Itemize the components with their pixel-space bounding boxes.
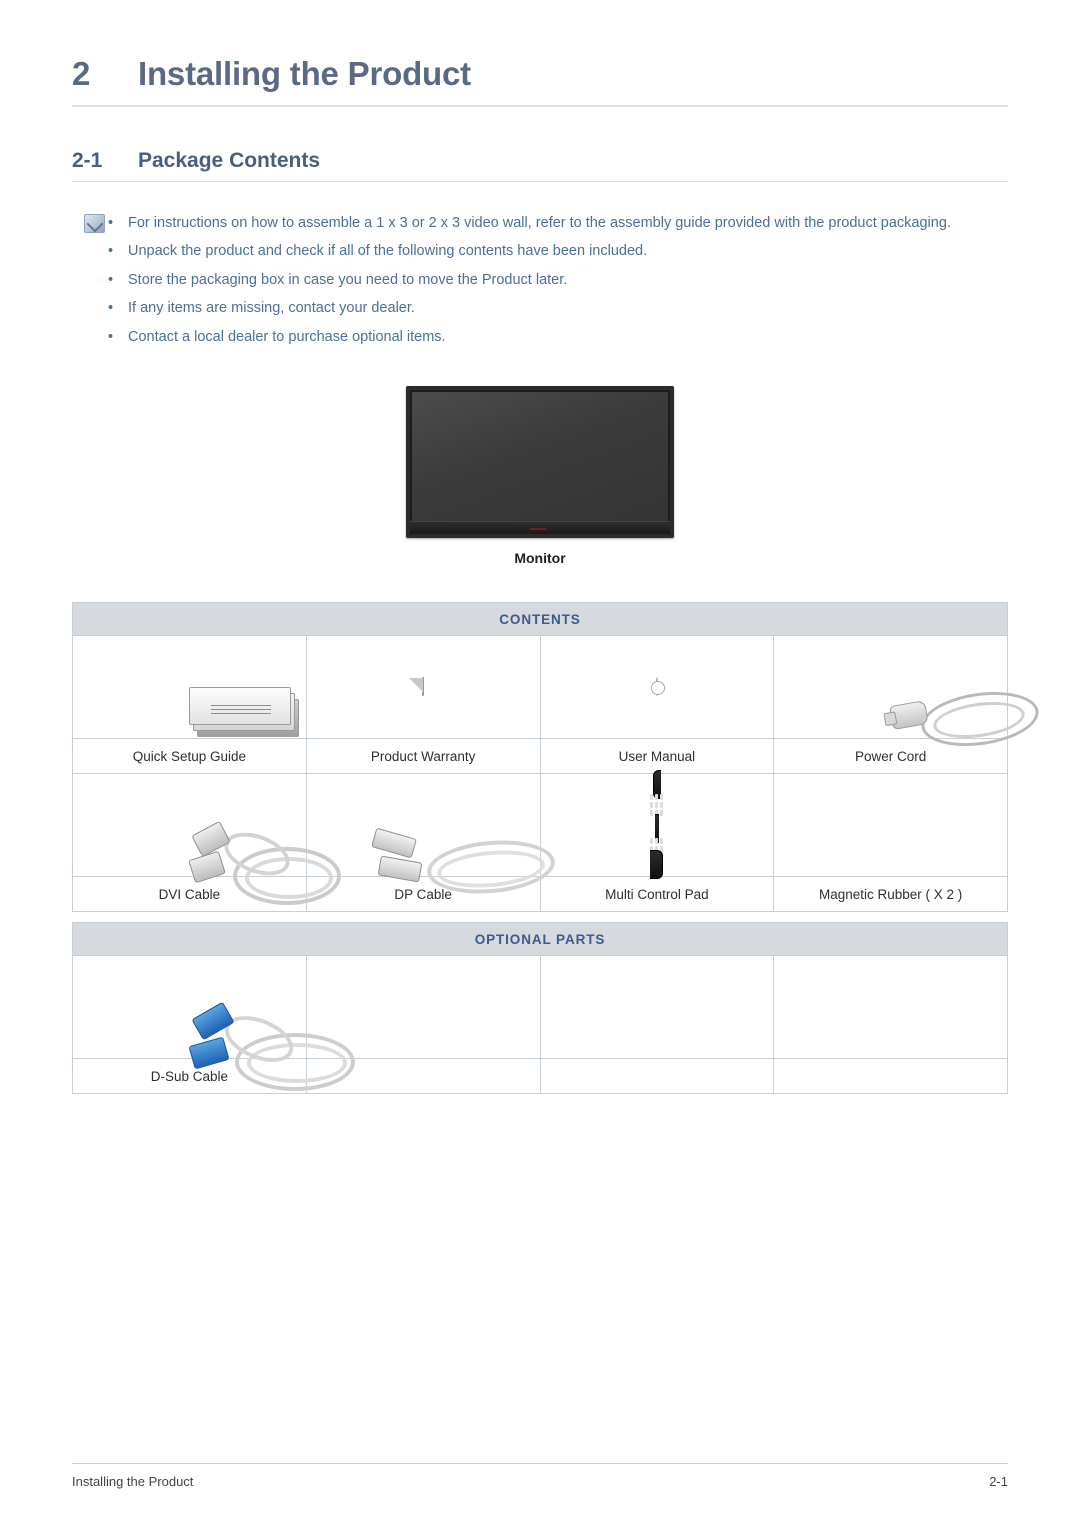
user-manual-image-cell	[539, 635, 775, 740]
optional-parts-header: OPTIONAL PARTS	[72, 922, 1008, 957]
paper-icon	[422, 677, 425, 697]
table-row: DVI Cable DP Cable Multi Control Pad Mag…	[72, 876, 1008, 913]
dp-cable-image-cell	[305, 773, 558, 899]
multi-control-pad-image-cell	[539, 770, 775, 880]
bullet-marker: •	[108, 215, 114, 231]
monitor-base	[410, 521, 670, 535]
contents-header: CONTENTS	[72, 602, 1008, 637]
note-text: If any items are missing, contact your d…	[128, 300, 415, 317]
note-item: • Store the packaging box in case you ne…	[108, 269, 1008, 291]
optional-empty-cell	[539, 955, 775, 1060]
chapter-heading: 2 Installing the Product	[72, 0, 1008, 107]
note-item: • If any items are missing, contact your…	[108, 297, 1008, 319]
optional-empty-cell	[773, 955, 1008, 1060]
table-row	[72, 955, 1008, 1092]
chapter-number: 2	[72, 55, 91, 92]
footer-page-number: 2-1	[989, 1474, 1008, 1489]
monitor-led-icon	[529, 528, 546, 531]
caption-product-warranty: Product Warranty	[305, 738, 541, 775]
note-block: • For instructions on how to assemble a …	[72, 212, 1008, 348]
caption-optional-empty	[539, 1058, 775, 1095]
document-page: 2 Installing the Product 2-1 Package Con…	[0, 0, 1080, 1527]
table-header-row: CONTENTS	[72, 602, 1008, 637]
page-footer: Installing the Product 2-1	[72, 1463, 1008, 1489]
product-warranty-image-cell	[305, 635, 541, 740]
note-item: • For instructions on how to assemble a …	[108, 212, 1008, 234]
note-icon	[84, 214, 105, 233]
table-row: Quick Setup Guide Product Warranty User …	[72, 738, 1008, 775]
note-text: Contact a local dealer to purchase optio…	[128, 328, 446, 345]
dvi-cable-image-cell	[72, 773, 342, 906]
caption-magnetic-rubber: Magnetic Rubber ( X 2 )	[773, 876, 1008, 913]
bullet-marker: •	[108, 243, 114, 260]
power-cord-image-cell	[773, 635, 1042, 754]
note-text: Store the packaging box in case you need…	[128, 271, 568, 288]
section-heading: 2-1 Package Contents	[72, 149, 1008, 182]
table-row	[72, 770, 1008, 906]
optional-parts-table: OPTIONAL PARTS D-Sub Cable	[72, 922, 1008, 1095]
d-sub-cable-image-cell	[72, 955, 356, 1092]
section-number: 2-1	[72, 149, 103, 172]
bullet-marker: •	[108, 271, 114, 288]
monitor-image	[406, 386, 674, 539]
monitor-screen	[412, 392, 668, 523]
note-item: • Unpack the product and check if all of…	[108, 240, 1008, 262]
caption-quick-setup-guide: Quick Setup Guide	[72, 738, 307, 775]
bullet-marker: •	[108, 300, 114, 317]
note-text: For instructions on how to assemble a 1 …	[128, 215, 951, 231]
remote-control-icon	[650, 770, 664, 880]
magnetic-rubber-image-cell	[773, 773, 1008, 878]
cd-disc-icon	[655, 677, 658, 697]
table-header-row: OPTIONAL PARTS	[72, 922, 1008, 957]
footer-left-text: Installing the Product	[72, 1474, 194, 1489]
section-title: Package Contents	[138, 149, 321, 172]
caption-optional-empty	[773, 1058, 1008, 1095]
bullet-marker: •	[108, 328, 114, 345]
note-item: • Contact a local dealer to purchase opt…	[108, 326, 1008, 348]
quick-setup-guide-image-cell	[72, 635, 307, 740]
contents-table: CONTENTS Quick Setup Guide Product Warra…	[72, 602, 1042, 913]
caption-multi-control-pad: Multi Control Pad	[539, 876, 775, 913]
caption-user-manual: User Manual	[539, 738, 775, 775]
note-text: Unpack the product and check if all of t…	[128, 243, 648, 260]
monitor-caption: Monitor	[514, 550, 566, 567]
monitor-figure: Monitor	[72, 386, 1008, 566]
table-row	[72, 635, 1042, 754]
chapter-title: Installing the Product	[138, 55, 471, 92]
